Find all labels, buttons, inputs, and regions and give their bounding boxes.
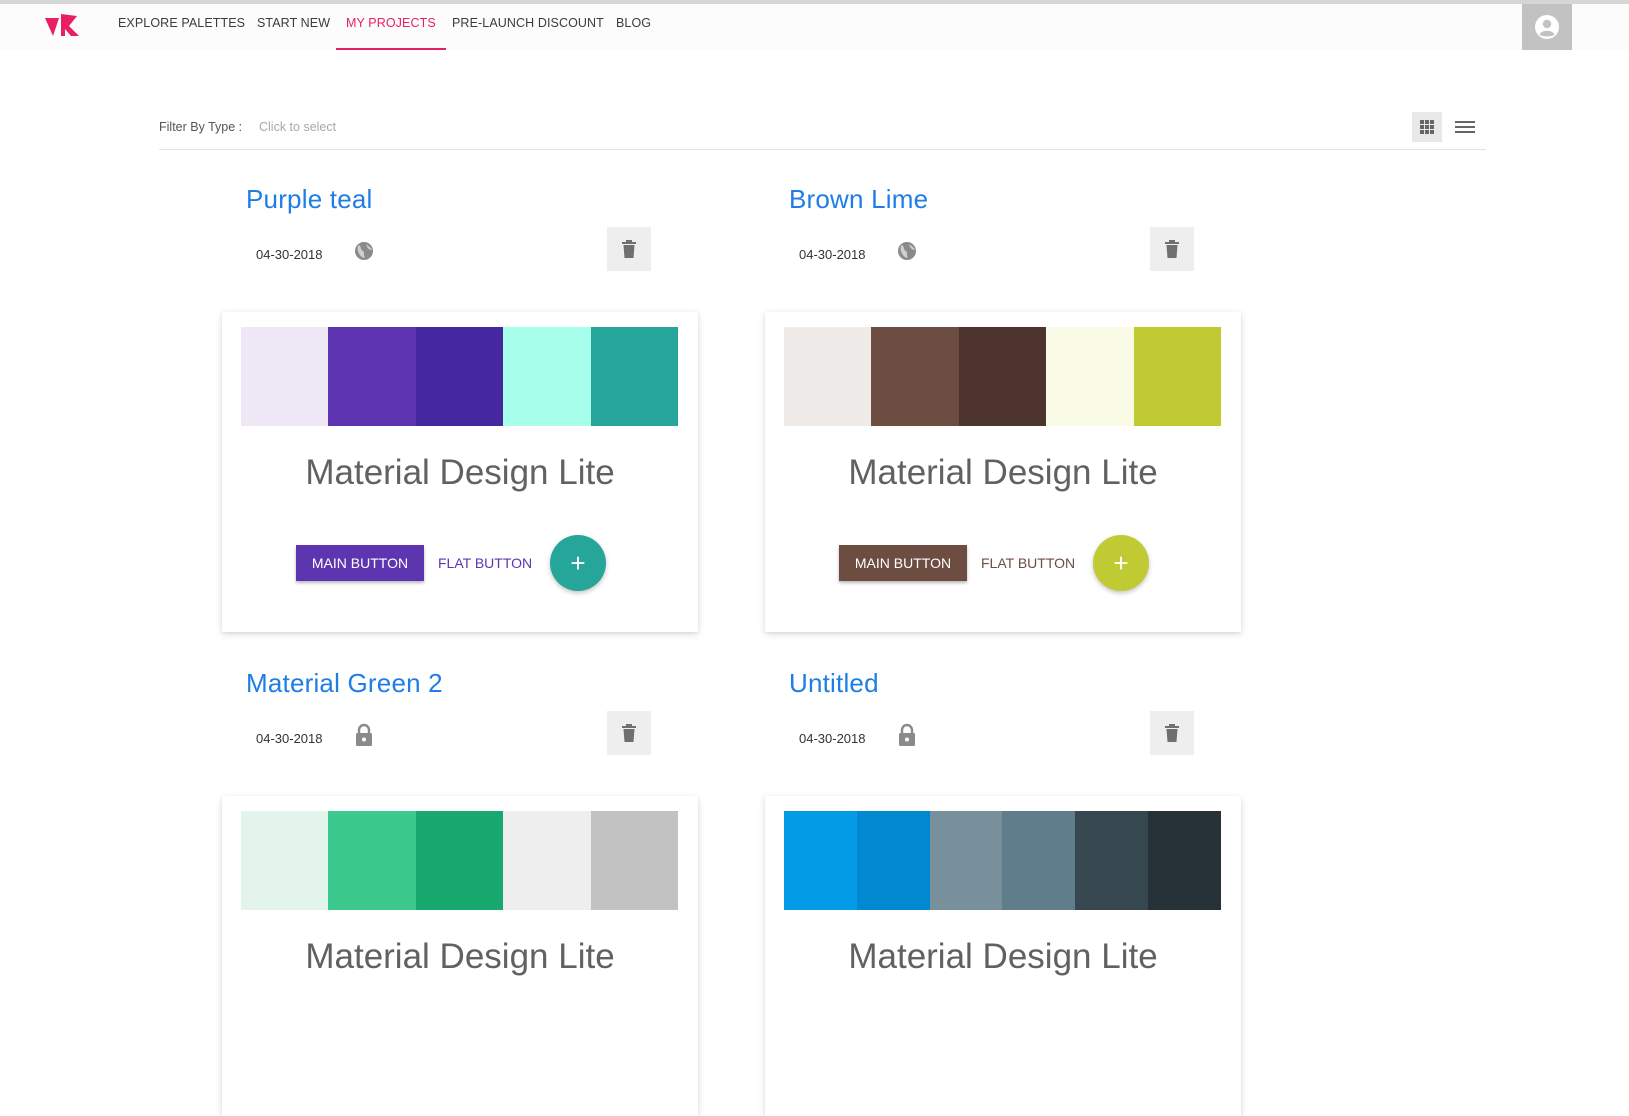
- globe-icon: [355, 242, 373, 260]
- color-swatch: [784, 327, 872, 426]
- top-navbar: EXPLORE PALETTES START NEW MY PROJECTS P…: [0, 4, 1629, 50]
- color-swatch: [241, 327, 329, 426]
- color-swatches: [241, 811, 679, 910]
- color-swatch: [1046, 327, 1134, 426]
- color-swatch: [1148, 811, 1221, 910]
- trash-icon: [622, 240, 636, 258]
- delete-project-button[interactable]: [607, 227, 651, 271]
- nav-blog[interactable]: BLOG: [616, 4, 651, 50]
- color-swatch: [328, 811, 416, 910]
- brand-logo-icon[interactable]: [45, 14, 79, 38]
- preview-title: Material Design Lite: [848, 453, 1158, 492]
- grid-view-icon: [1420, 120, 1434, 134]
- nav-pre-launch-discount[interactable]: PRE-LAUNCH DISCOUNT: [452, 4, 604, 50]
- preview-title: Material Design Lite: [305, 937, 615, 976]
- list-view-icon: [1455, 121, 1475, 133]
- color-swatch: [241, 811, 329, 910]
- main-button[interactable]: MAIN BUTTON: [296, 545, 424, 581]
- main-button[interactable]: MAIN BUTTON: [839, 545, 967, 581]
- plus-icon: +: [1113, 548, 1129, 578]
- trash-icon: [622, 724, 636, 742]
- palette-preview-card[interactable]: Material Design Lite: [765, 796, 1241, 1116]
- nav-my-projects[interactable]: MY PROJECTS: [336, 4, 446, 50]
- color-swatch: [328, 327, 416, 426]
- project-date: 04-30-2018: [256, 731, 323, 746]
- color-swatch: [503, 327, 591, 426]
- fab-add-button[interactable]: +: [1093, 535, 1149, 591]
- color-swatch: [415, 327, 504, 426]
- project-date: 04-30-2018: [799, 731, 866, 746]
- nav-explore-palettes[interactable]: EXPLORE PALETTES: [118, 4, 245, 50]
- filter-bar: Filter By Type : Click to select: [159, 112, 1486, 150]
- preview-title: Material Design Lite: [848, 937, 1158, 976]
- grid-view-button[interactable]: [1412, 112, 1442, 142]
- lock-icon: [356, 723, 372, 746]
- color-swatches: [784, 327, 1222, 426]
- color-swatch: [1133, 327, 1222, 426]
- palette-preview-card[interactable]: Material Design Lite: [222, 796, 698, 1116]
- globe-icon: [898, 242, 916, 260]
- color-swatch: [415, 811, 504, 910]
- palette-preview-card[interactable]: Material Design Lite MAIN BUTTON FLAT BU…: [765, 312, 1241, 632]
- color-swatches: [241, 327, 679, 426]
- color-swatch: [871, 327, 959, 426]
- trash-icon: [1165, 240, 1179, 258]
- fab-add-button[interactable]: +: [550, 535, 606, 591]
- delete-project-button[interactable]: [1150, 711, 1194, 755]
- color-swatch: [590, 811, 679, 910]
- project-title[interactable]: Material Green 2: [246, 668, 443, 699]
- flat-button[interactable]: FLAT BUTTON: [438, 545, 532, 581]
- project-title[interactable]: Untitled: [789, 668, 879, 699]
- trash-icon: [1165, 724, 1179, 742]
- filter-type-select[interactable]: Click to select: [259, 120, 336, 134]
- profile-button[interactable]: [1522, 4, 1572, 50]
- filter-by-type-label: Filter By Type :: [159, 120, 243, 134]
- user-avatar-icon: [1535, 15, 1559, 39]
- color-swatch: [1075, 811, 1149, 910]
- color-swatch: [856, 811, 930, 910]
- palette-preview-card[interactable]: Material Design Lite MAIN BUTTON FLAT BU…: [222, 312, 698, 632]
- project-title[interactable]: Brown Lime: [789, 184, 928, 215]
- nav-start-new[interactable]: START NEW: [257, 4, 330, 50]
- lock-icon: [899, 723, 915, 746]
- preview-title: Material Design Lite: [305, 453, 615, 492]
- delete-project-button[interactable]: [1150, 227, 1194, 271]
- color-swatch: [784, 811, 857, 910]
- color-swatch: [929, 811, 1003, 910]
- project-date: 04-30-2018: [799, 247, 866, 262]
- color-swatch: [503, 811, 591, 910]
- color-swatch: [590, 327, 679, 426]
- color-swatches: [784, 811, 1221, 910]
- delete-project-button[interactable]: [607, 711, 651, 755]
- project-date: 04-30-2018: [256, 247, 323, 262]
- color-swatch: [1002, 811, 1076, 910]
- plus-icon: +: [570, 548, 586, 578]
- list-view-button[interactable]: [1450, 112, 1480, 142]
- project-title[interactable]: Purple teal: [246, 184, 373, 215]
- flat-button[interactable]: FLAT BUTTON: [981, 545, 1075, 581]
- color-swatch: [958, 327, 1047, 426]
